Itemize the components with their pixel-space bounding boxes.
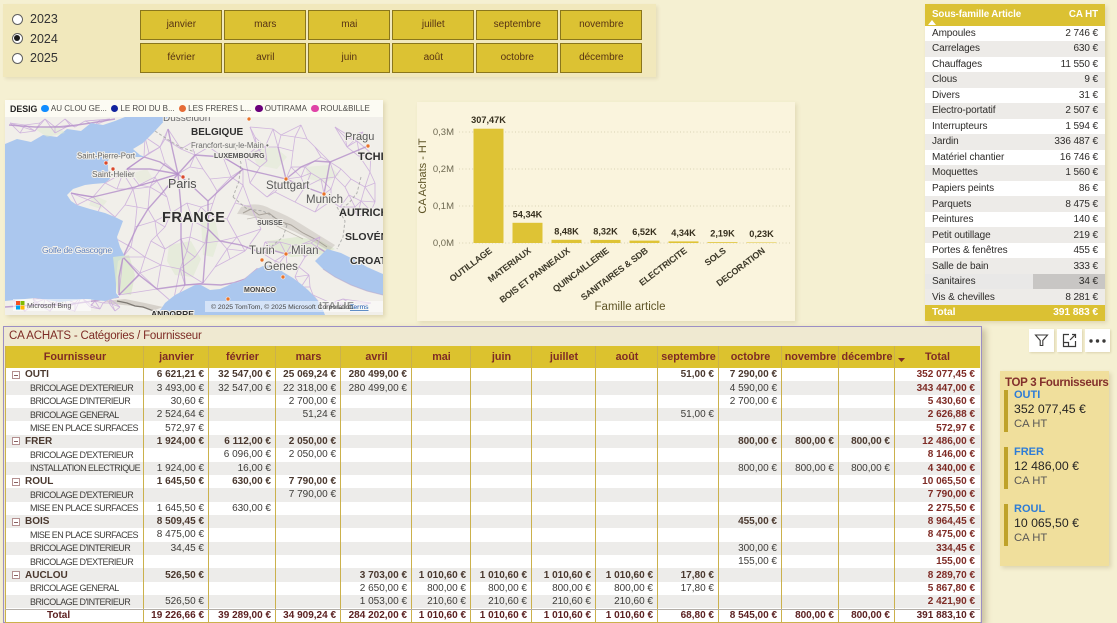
svg-text:0,23K: 0,23K — [749, 229, 774, 239]
svg-text:Pragu: Pragu — [345, 131, 374, 143]
svg-text:FRANCE: FRANCE — [162, 210, 225, 226]
svg-text:ANDORRE: ANDORRE — [151, 309, 194, 315]
svg-text:Microsoft Bing: Microsoft Bing — [27, 303, 71, 310]
svg-text:0,0M: 0,0M — [433, 238, 454, 249]
svg-text:BELGIQUE: BELGIQUE — [191, 127, 244, 138]
svg-text:Saint-Helier: Saint-Helier — [92, 170, 135, 179]
svg-text:LUXEMBOURG: LUXEMBOURG — [214, 153, 265, 160]
svg-text:0,2M: 0,2M — [433, 164, 454, 175]
svg-text:Golfe de Gascogne: Golfe de Gascogne — [42, 245, 112, 255]
svg-text:8,32K: 8,32K — [593, 226, 618, 236]
svg-text:0,3M: 0,3M — [433, 127, 454, 138]
svg-text:SUISSE: SUISSE — [257, 220, 283, 227]
svg-text:© 2025 TomTom, © 2025 Microsof: © 2025 TomTom, © 2025 Microsoft Corporat… — [211, 303, 353, 311]
svg-text:4,34K: 4,34K — [671, 228, 696, 238]
svg-text:SANITAIRES & SDB: SANITAIRES & SDB — [579, 245, 650, 302]
svg-text:0,1M: 0,1M — [433, 201, 454, 212]
svg-text:Francfort-sur-le-Main •: Francfort-sur-le-Main • — [191, 141, 269, 150]
svg-text:Stuttgart: Stuttgart — [266, 180, 310, 192]
svg-text:Genes: Genes — [264, 261, 298, 273]
svg-text:Turin: Turin — [249, 245, 275, 257]
svg-text:2,19K: 2,19K — [710, 229, 735, 239]
svg-text:BOIS ET PANNEAUX: BOIS ET PANNEAUX — [498, 246, 572, 305]
svg-text:Famille article: Famille article — [595, 301, 666, 313]
svg-text:8,48K: 8,48K — [554, 226, 579, 236]
svg-text:MONACO: MONACO — [244, 287, 276, 294]
svg-text:Milan: Milan — [291, 245, 318, 257]
svg-text:6,52K: 6,52K — [632, 227, 657, 237]
svg-text:307,47K: 307,47K — [471, 115, 506, 125]
svg-text:AUTRICHE: AUTRICHE — [339, 207, 383, 219]
svg-text:CROATIE: CROATIE — [350, 255, 383, 267]
svg-text:CA Achats - HT: CA Achats - HT — [417, 138, 429, 213]
svg-text:Saint-Pierre-Port: Saint-Pierre-Port — [77, 152, 136, 161]
svg-text:Terms: Terms — [350, 304, 369, 311]
svg-text:SOLS: SOLS — [703, 246, 728, 268]
svg-text:Dusseldorf: Dusseldorf — [163, 117, 211, 124]
svg-text:SLOVÉNIE: SLOVÉNIE — [345, 230, 383, 243]
svg-text:TCHI: TCHI — [358, 151, 383, 163]
svg-text:54,34K: 54,34K — [513, 209, 543, 219]
